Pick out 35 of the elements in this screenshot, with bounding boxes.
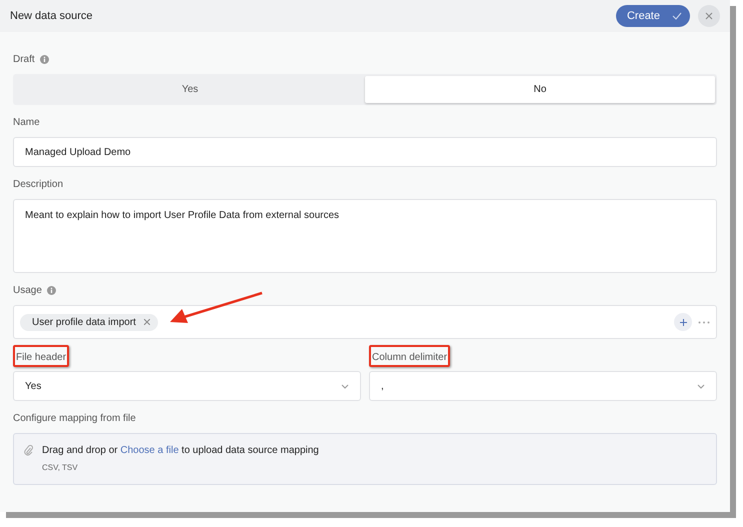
field-label: Usage: [13, 284, 42, 296]
chevron-down-icon: [697, 384, 705, 388]
select-field[interactable]: Yes: [13, 371, 361, 401]
usage-tag: User profile data import: [20, 314, 158, 330]
paperclip-icon: [24, 445, 33, 456]
create-button[interactable]: Create: [616, 5, 690, 27]
close-icon: [705, 12, 713, 20]
close-button[interactable]: [698, 5, 720, 27]
usage-field[interactable]: User profile data import: [13, 305, 717, 339]
info-icon: [46, 286, 56, 294]
toggle-option[interactable]: Yes: [15, 76, 365, 103]
name-field[interactable]: Managed Upload Demo: [13, 137, 717, 167]
field-label: Description: [13, 178, 64, 190]
select-value: Yes: [25, 380, 42, 392]
field-label: Configure mapping from file: [13, 412, 136, 424]
select-value: ,: [381, 380, 384, 392]
field-label: Draft: [13, 54, 35, 64]
add-button[interactable]: [674, 313, 692, 331]
info-icon: [40, 54, 49, 64]
file-formats: CSV, TSV: [42, 463, 79, 472]
select-field[interactable]: ,: [369, 371, 717, 401]
upload-instructions: Drag and drop or Choose a file to upload data source mapping: [42, 445, 319, 456]
more-icon[interactable]: [698, 320, 710, 324]
field-label: Name: [13, 116, 40, 128]
plus-icon: [680, 318, 686, 326]
field-label: File header: [16, 352, 66, 363]
check-icon: [672, 12, 682, 20]
description-field[interactable]: Meant to explain how to import User Profile Data from external sources: [13, 199, 717, 273]
dialog-title: New data source: [10, 10, 94, 22]
field-label: Column delimiter: [372, 352, 448, 363]
chevron-down-icon: [341, 384, 349, 388]
upload-dropzone[interactable]: Drag and drop or Choose a file to upload data source mapping CSV, TSV: [13, 433, 717, 485]
choose-file-link[interactable]: Choose a file: [120, 445, 179, 456]
remove-icon[interactable]: [144, 319, 150, 325]
toggle-option[interactable]: No: [365, 76, 715, 103]
